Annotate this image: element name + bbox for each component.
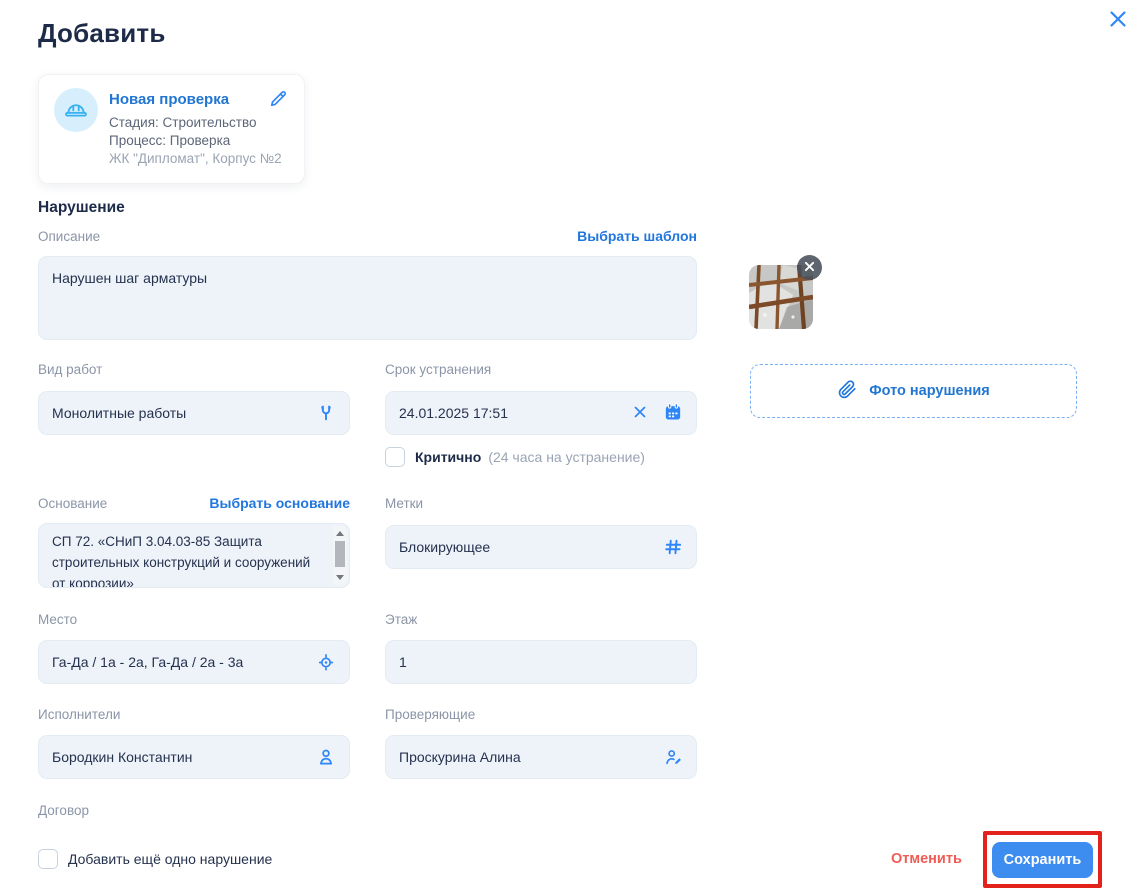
add-violation-modal: Добавить Новая проверка Стадия: Строител…: [0, 0, 1131, 895]
description-value: Нарушен шаг арматуры: [52, 270, 683, 286]
inspection-object: ЖК "Дипломат", Корпус №2: [109, 151, 282, 166]
inspectors-value: Проскурина Алина: [399, 749, 653, 765]
remove-photo-button[interactable]: [797, 255, 822, 280]
description-input[interactable]: Нарушен шаг арматуры: [38, 256, 697, 340]
inspectors-input[interactable]: Проскурина Алина: [385, 735, 697, 779]
clear-x-icon: [631, 403, 649, 424]
scrollbar-thumb[interactable]: [335, 541, 345, 567]
executors-value: Бородкин Константин: [52, 749, 306, 765]
floor-value: 1: [399, 654, 683, 670]
floor-input[interactable]: 1: [385, 640, 697, 684]
open-calendar-button[interactable]: [663, 402, 683, 425]
critical-hint: (24 часа на устранение): [488, 449, 645, 465]
close-icon: [1107, 8, 1129, 33]
add-another-checkbox[interactable]: [38, 849, 58, 869]
violation-section-title: Нарушение: [38, 199, 125, 217]
scroll-down-icon[interactable]: [336, 575, 344, 580]
cancel-button[interactable]: Отменить: [891, 851, 962, 867]
hash-icon[interactable]: [663, 537, 683, 557]
place-input[interactable]: Га-Да / 1а - 2а, Га-Да / 2а - 3а: [38, 640, 350, 684]
basis-value: СП 72. «СНиП 3.04.03-85 Защита строитель…: [52, 531, 322, 588]
helmet-icon: [54, 88, 98, 132]
save-button[interactable]: Сохранить: [992, 842, 1093, 878]
attach-photo-label: Фото нарушения: [869, 383, 990, 399]
critical-label: Критично: [415, 449, 481, 465]
deadline-input[interactable]: 24.01.2025 17:51: [385, 391, 697, 435]
tags-value: Блокирующее: [399, 539, 653, 555]
basis-scrollbar[interactable]: [333, 526, 347, 585]
clear-deadline-button[interactable]: [631, 403, 649, 424]
paperclip-icon: [837, 379, 858, 404]
basis-input[interactable]: СП 72. «СНиП 3.04.03-85 Защита строитель…: [38, 523, 350, 588]
tags-label: Метки: [385, 496, 423, 511]
contract-label: Договор: [38, 803, 89, 818]
work-type-value: Монолитные работы: [52, 405, 306, 421]
attach-photo-button[interactable]: Фото нарушения: [750, 364, 1077, 418]
calendar-icon: [663, 402, 683, 425]
description-label: Описание: [38, 229, 100, 244]
executors-input[interactable]: Бородкин Константин: [38, 735, 350, 779]
wrench-icon[interactable]: [316, 403, 336, 423]
place-value: Га-Да / 1а - 2а, Га-Да / 2а - 3а: [52, 654, 306, 670]
inspectors-label: Проверяющие: [385, 707, 475, 722]
close-button[interactable]: [1102, 4, 1131, 36]
choose-template-link[interactable]: Выбрать шаблон: [577, 228, 697, 244]
locate-icon[interactable]: [316, 652, 336, 672]
work-type-input[interactable]: Монолитные работы: [38, 391, 350, 435]
add-another-label: Добавить ещё одно нарушение: [68, 851, 272, 867]
floor-label: Этаж: [385, 612, 417, 627]
tags-input[interactable]: Блокирующее: [385, 525, 697, 569]
deadline-label: Срок устранения: [385, 362, 491, 377]
basis-label: Основание: [38, 496, 107, 511]
remove-photo-icon: [804, 260, 815, 275]
page-title: Добавить: [38, 18, 166, 49]
add-another-row: Добавить ещё одно нарушение: [38, 849, 272, 869]
choose-basis-link[interactable]: Выбрать основание: [209, 495, 350, 511]
inspection-process: Процесс: Проверка: [109, 133, 230, 148]
work-type-label: Вид работ: [38, 362, 102, 377]
deadline-value: 24.01.2025 17:51: [399, 405, 621, 421]
critical-checkbox[interactable]: [385, 447, 405, 467]
inspection-card: Новая проверка Стадия: Строительство Про…: [38, 74, 305, 184]
person-edit-icon[interactable]: [663, 747, 683, 767]
executors-label: Исполнители: [38, 707, 120, 722]
scroll-up-icon[interactable]: [336, 531, 344, 536]
critical-row: Критично (24 часа на устранение): [385, 447, 645, 467]
person-icon[interactable]: [316, 747, 336, 767]
pencil-icon: [268, 97, 288, 112]
edit-inspection-button[interactable]: [268, 89, 288, 112]
inspection-stage: Стадия: Строительство: [109, 115, 256, 130]
inspection-title-link[interactable]: Новая проверка: [109, 91, 229, 108]
place-label: Место: [38, 612, 77, 627]
